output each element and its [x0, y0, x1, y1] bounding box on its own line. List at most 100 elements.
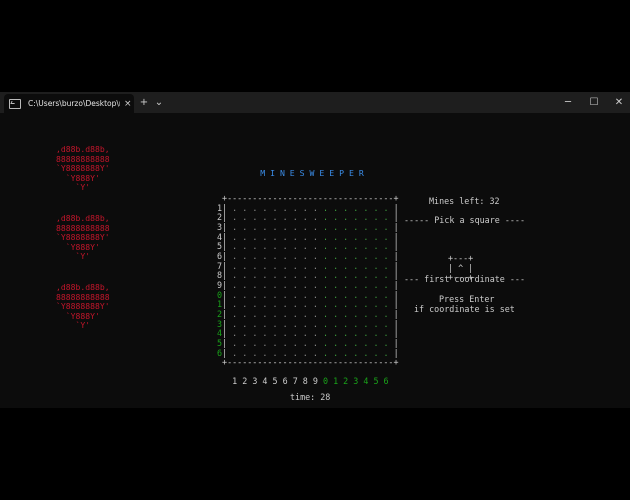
board-cell[interactable]: .: [283, 280, 288, 290]
board-cell[interactable]: .: [373, 203, 378, 213]
minesweeper-board[interactable]: +---------------------------------+ 1| .…: [217, 193, 399, 387]
board-cell[interactable]: .: [303, 309, 308, 319]
board-cell[interactable]: .: [293, 280, 298, 290]
board-cell[interactable]: .: [293, 261, 298, 271]
board-cell[interactable]: .: [363, 319, 368, 329]
board-cell[interactable]: .: [283, 203, 288, 213]
minimize-button[interactable]: ─: [560, 95, 576, 110]
board-cell[interactable]: .: [353, 328, 358, 338]
board-cell[interactable]: .: [363, 290, 368, 300]
board-cell[interactable]: .: [373, 309, 378, 319]
board-cell[interactable]: .: [323, 212, 328, 222]
board-cell[interactable]: .: [273, 222, 278, 232]
board-cell[interactable]: .: [333, 290, 338, 300]
board-cell[interactable]: .: [323, 280, 328, 290]
board-cell[interactable]: .: [242, 270, 247, 280]
board-cell[interactable]: .: [262, 338, 267, 348]
board-cell[interactable]: .: [303, 203, 308, 213]
board-cell[interactable]: .: [273, 232, 278, 242]
board-cell[interactable]: .: [303, 338, 308, 348]
board-cell[interactable]: .: [293, 290, 298, 300]
board-cell[interactable]: .: [232, 319, 237, 329]
tab-close-button[interactable]: ×: [124, 99, 132, 109]
board-cell[interactable]: .: [323, 348, 328, 358]
board-cell[interactable]: .: [242, 222, 247, 232]
board-cell[interactable]: .: [252, 328, 257, 338]
board-cell[interactable]: .: [384, 309, 389, 319]
board-cell[interactable]: .: [353, 280, 358, 290]
board-cell[interactable]: .: [262, 299, 267, 309]
board-cell[interactable]: .: [303, 348, 308, 358]
tab-dropdown-button[interactable]: ⌄: [153, 95, 165, 110]
board-cell[interactable]: .: [353, 251, 358, 261]
board-cell[interactable]: .: [273, 280, 278, 290]
board-cell[interactable]: .: [353, 299, 358, 309]
board-cell[interactable]: .: [232, 212, 237, 222]
board-cell[interactable]: .: [363, 222, 368, 232]
board-cell[interactable]: .: [323, 290, 328, 300]
board-cell[interactable]: .: [333, 299, 338, 309]
board-cell[interactable]: .: [232, 280, 237, 290]
board-cell[interactable]: .: [252, 270, 257, 280]
board-cell[interactable]: .: [252, 319, 257, 329]
board-cell[interactable]: .: [293, 270, 298, 280]
board-cell[interactable]: .: [373, 222, 378, 232]
board-cell[interactable]: .: [252, 280, 257, 290]
board-cell[interactable]: .: [252, 261, 257, 271]
board-cell[interactable]: .: [232, 241, 237, 251]
board-cell[interactable]: .: [262, 328, 267, 338]
board-cell[interactable]: .: [273, 241, 278, 251]
board-cell[interactable]: .: [262, 222, 267, 232]
board-cell[interactable]: .: [293, 338, 298, 348]
board-cell[interactable]: .: [242, 261, 247, 271]
board-cell[interactable]: .: [283, 251, 288, 261]
board-cell[interactable]: .: [242, 212, 247, 222]
board-cell[interactable]: .: [333, 222, 338, 232]
board-cell[interactable]: .: [363, 299, 368, 309]
board-cell[interactable]: .: [273, 261, 278, 271]
board-cell[interactable]: .: [313, 319, 318, 329]
board-cell[interactable]: .: [242, 309, 247, 319]
terminal-content[interactable]: ,d88b.d88b, 88888888888 `Y8888888Y' `Y88…: [0, 113, 630, 408]
board-cell[interactable]: .: [262, 348, 267, 358]
board-cell[interactable]: .: [242, 232, 247, 242]
board-cell[interactable]: .: [384, 212, 389, 222]
board-cell[interactable]: .: [293, 328, 298, 338]
board-cell[interactable]: .: [303, 290, 308, 300]
board-cell[interactable]: .: [283, 299, 288, 309]
board-cell[interactable]: .: [343, 232, 348, 242]
board-cell[interactable]: .: [323, 261, 328, 271]
board-cell[interactable]: .: [252, 232, 257, 242]
board-cell[interactable]: .: [232, 290, 237, 300]
board-cell[interactable]: .: [262, 290, 267, 300]
board-cell[interactable]: .: [363, 328, 368, 338]
board-cell[interactable]: .: [273, 270, 278, 280]
board-cell[interactable]: .: [363, 280, 368, 290]
board-cell[interactable]: .: [343, 212, 348, 222]
board-cell[interactable]: .: [242, 241, 247, 251]
board-cell[interactable]: .: [363, 241, 368, 251]
board-cell[interactable]: .: [283, 270, 288, 280]
board-cell[interactable]: .: [343, 328, 348, 338]
board-cell[interactable]: .: [232, 270, 237, 280]
board-cell[interactable]: .: [343, 309, 348, 319]
board-cell[interactable]: .: [313, 309, 318, 319]
board-cell[interactable]: .: [384, 261, 389, 271]
board-cell[interactable]: .: [313, 299, 318, 309]
board-cell[interactable]: .: [252, 212, 257, 222]
board-cell[interactable]: .: [252, 251, 257, 261]
board-cell[interactable]: .: [343, 348, 348, 358]
board-cell[interactable]: .: [262, 261, 267, 271]
board-cell[interactable]: .: [313, 270, 318, 280]
board-cell[interactable]: .: [313, 241, 318, 251]
board-cell[interactable]: .: [323, 232, 328, 242]
board-cell[interactable]: .: [373, 251, 378, 261]
board-cell[interactable]: .: [242, 280, 247, 290]
board-cell[interactable]: .: [363, 309, 368, 319]
board-cell[interactable]: .: [273, 338, 278, 348]
board-cell[interactable]: .: [303, 241, 308, 251]
board-cell[interactable]: .: [323, 309, 328, 319]
maximize-button[interactable]: ☐: [586, 95, 602, 110]
board-cell[interactable]: .: [303, 328, 308, 338]
board-cell[interactable]: .: [242, 338, 247, 348]
